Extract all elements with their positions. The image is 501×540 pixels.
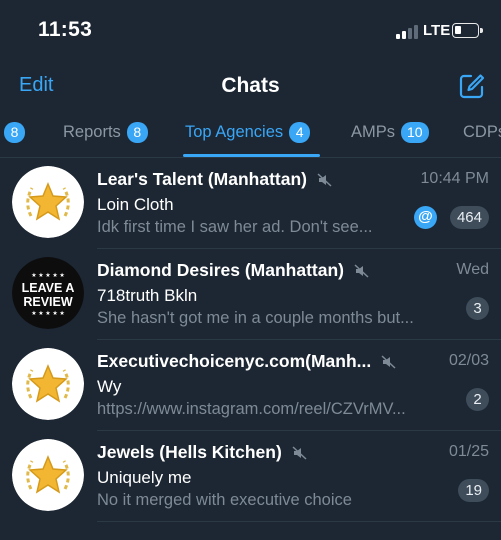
mention-badge: @: [414, 206, 437, 229]
chat-list: Lear's Talent (Manhattan) 10:44 PM Loin …: [0, 158, 501, 522]
chat-preview: She hasn't got me in a couple months but…: [97, 309, 414, 327]
chat-name: Lear's Talent (Manhattan): [97, 169, 332, 190]
tab-label: CDPs: [463, 122, 501, 141]
gold-star-avatar: [12, 166, 84, 238]
chat-sender: Loin Cloth: [97, 195, 174, 214]
nav-bar: Edit Chats: [0, 62, 501, 110]
active-tab-indicator: [183, 154, 320, 157]
tab-label: Top Agencies: [185, 122, 284, 141]
gold-star-avatar: [12, 348, 84, 420]
chat-name-text: Jewels (Hells Kitchen): [97, 442, 282, 462]
chat-row-diamond-desires[interactable]: ★ ★ ★ ★ ★ LEAVE A REVIEW ★ ★ ★ ★ ★ Diamo…: [0, 249, 501, 340]
chat-sender: 718truth Bkln: [97, 286, 198, 305]
tab-count-badge: 8: [126, 121, 148, 143]
svg-text:LEAVE A: LEAVE A: [22, 281, 75, 295]
gold-star-avatar: [12, 439, 84, 511]
status-time: 11:53: [38, 18, 93, 41]
chat-row-lears-talent[interactable]: Lear's Talent (Manhattan) 10:44 PM Loin …: [0, 158, 501, 249]
chat-time: 02/03: [448, 352, 489, 369]
chat-time: Wed: [456, 261, 489, 278]
row-divider: [97, 521, 501, 522]
muted-icon: [381, 354, 396, 369]
chat-preview: Idk first time I saw her ad. Don't see..…: [97, 218, 373, 236]
chat-name: Diamond Desires (Manhattan): [97, 260, 369, 281]
tab-count-badge: 4: [289, 121, 311, 143]
folder-tabs: 8 Reports 8 Top Agencies 4 AMPs 10 CDPs: [0, 110, 501, 158]
muted-icon: [354, 263, 369, 278]
battery-icon: [452, 23, 483, 38]
chat-name-text: Diamond Desires (Manhattan): [97, 260, 344, 280]
chat-row-jewels[interactable]: Jewels (Hells Kitchen) 01/25 Uniquely me…: [0, 431, 501, 522]
unread-count-badge: 2: [466, 388, 489, 411]
chat-row-executive-choice[interactable]: Executivechoicenyc.com(Manh... 02/03 Wy …: [0, 340, 501, 431]
chat-name: Jewels (Hells Kitchen): [97, 442, 307, 463]
muted-icon: [292, 445, 307, 460]
compose-icon[interactable]: [458, 72, 486, 100]
network-label: LTE: [423, 22, 451, 39]
chat-time: 10:44 PM: [420, 170, 489, 187]
chat-time: 01/25: [448, 443, 489, 460]
chat-preview: https://www.instagram.com/reel/CZVrMV...: [97, 400, 406, 418]
status-bar: 11:53 LTE: [0, 0, 501, 60]
tab-partial-left[interactable]: 8: [0, 120, 25, 144]
unread-count-badge: 3: [466, 297, 489, 320]
tab-count-badge: 10: [401, 121, 429, 143]
page-title: Chats: [221, 74, 280, 97]
muted-icon: [317, 172, 332, 187]
svg-text:★ ★ ★ ★ ★: ★ ★ ★ ★ ★: [31, 310, 65, 317]
unread-count-badge: 464: [449, 206, 489, 229]
tab-cdps[interactable]: CDPs: [463, 120, 501, 144]
unread-count-badge: 19: [458, 479, 489, 502]
chat-name-text: Lear's Talent (Manhattan): [97, 169, 307, 189]
tab-reports[interactable]: Reports 8: [63, 120, 148, 144]
tab-top-agencies[interactable]: Top Agencies 4: [185, 120, 311, 144]
chat-preview: No it merged with executive choice: [97, 491, 352, 509]
tab-count-badge: 8: [4, 121, 25, 143]
chat-name-text: Executivechoicenyc.com(Manh...: [97, 351, 372, 371]
tab-label: Reports: [63, 122, 121, 141]
tab-label: AMPs: [351, 122, 396, 141]
svg-text:REVIEW: REVIEW: [23, 295, 73, 309]
chat-sender: Wy: [97, 377, 122, 396]
chat-name: Executivechoicenyc.com(Manh...: [97, 351, 396, 372]
tab-amps[interactable]: AMPs 10: [351, 120, 429, 144]
signal-icon: [396, 25, 418, 39]
chat-sender: Uniquely me: [97, 468, 192, 487]
leave-a-review-avatar: ★ ★ ★ ★ ★ LEAVE A REVIEW ★ ★ ★ ★ ★: [12, 257, 84, 329]
svg-text:★ ★ ★ ★ ★: ★ ★ ★ ★ ★: [31, 272, 65, 279]
